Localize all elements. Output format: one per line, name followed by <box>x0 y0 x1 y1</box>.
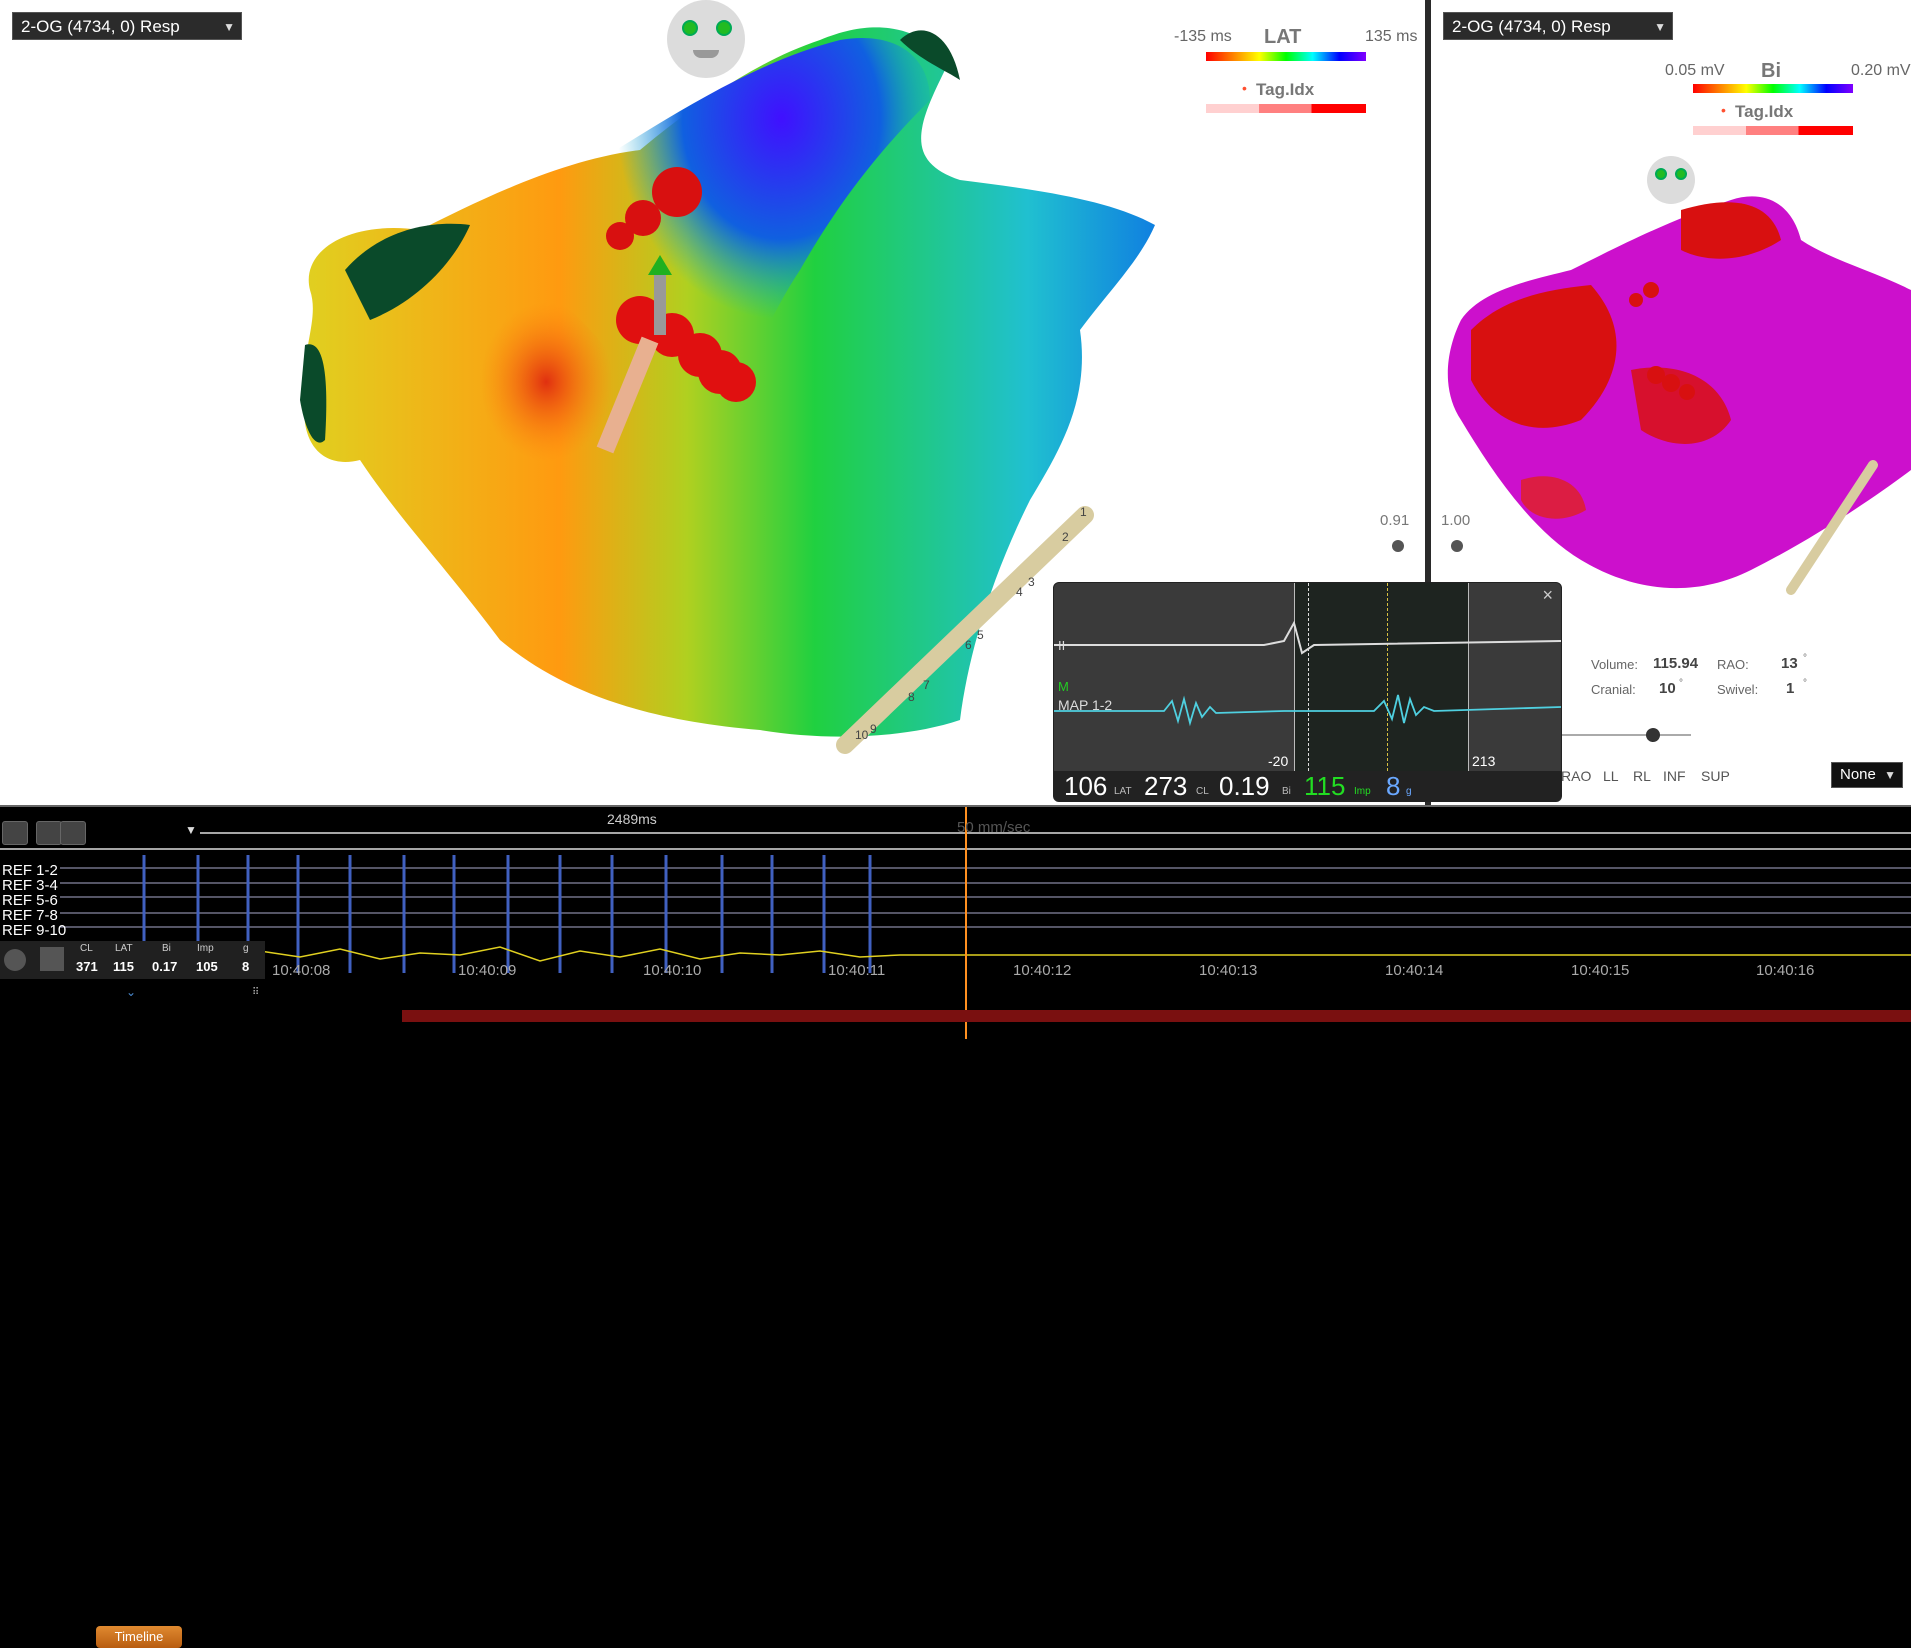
chevron-down-icon: ▼ <box>1884 768 1896 782</box>
lat-unit: LAT <box>1114 786 1132 797</box>
stat-label-cl: CL <box>80 943 93 954</box>
stat-value-bi: 0.17 <box>152 959 178 974</box>
timeline-button[interactable]: Timeline <box>96 1626 182 1648</box>
time-tick: 10:40:10 <box>643 962 702 979</box>
view-select-dropdown[interactable]: None ▼ <box>1831 762 1903 788</box>
electrode-label: 7 <box>923 678 930 692</box>
save-tool-icon[interactable] <box>60 821 86 845</box>
degree-symbol: ° <box>1803 678 1807 689</box>
bi-unit: Bi <box>1282 786 1291 797</box>
egm-traces <box>1054 620 1561 727</box>
resize-grip-icon[interactable]: ⠿ <box>252 987 259 998</box>
zoom-slider-handle[interactable] <box>1646 728 1660 742</box>
force-value: 8 <box>1386 771 1401 801</box>
time-tick: 10:40:16 <box>1756 962 1815 979</box>
egm-popup-window[interactable]: × II M MAP 1-2 -20 213 106 LAT 273 CL 0.… <box>1053 582 1562 802</box>
electrode-label: 8 <box>908 690 915 704</box>
stat-label-lat: LAT <box>115 943 133 954</box>
view-button-rl[interactable]: RL <box>1633 768 1651 784</box>
point-readout-bar: 106 LAT 273 CL 0.19 Bi 115 Imp 8 g <box>1054 771 1561 801</box>
stat-label-g: g <box>243 943 249 954</box>
view-select-label: None <box>1840 766 1876 783</box>
electrode-label: 9 <box>870 722 877 736</box>
woi-right-value: 213 <box>1472 753 1496 769</box>
sweep-speed-label: 50 mm/sec <box>957 819 1031 836</box>
woi-left-value: -20 <box>1268 753 1289 769</box>
point-stats-bar: CL LAT Bi Imp g 371 115 0.17 105 8 <box>0 941 265 979</box>
map-stats-panel: Volume: 115.94 RAO: 13 ° Cranial: 10 ° S… <box>1591 653 1911 705</box>
channel-label: REF 9-10 <box>2 922 67 939</box>
stat-value-imp: 105 <box>196 959 218 974</box>
chevron-down-icon[interactable]: ▼ <box>185 823 197 837</box>
rao-label: RAO: <box>1717 657 1749 672</box>
time-tick: 10:40:15 <box>1571 962 1630 979</box>
electrode-label: 6 <box>965 638 972 652</box>
opacity-slider-value: 1.00 <box>1441 512 1471 529</box>
imp-unit: Imp <box>1354 786 1371 797</box>
timeline-button-label: Timeline <box>114 1629 164 1644</box>
time-tick: 10:40:12 <box>1013 962 1072 979</box>
view-button-ll[interactable]: LL <box>1603 768 1619 784</box>
electrode-label: 10 <box>855 728 869 742</box>
view-button-sup[interactable]: SUP <box>1701 768 1730 784</box>
trace-label-map: MAP 1-2 <box>1058 697 1113 713</box>
degree-symbol: ° <box>1803 653 1807 664</box>
stat-value-lat: 115 <box>113 959 134 974</box>
volume-value: 115.94 <box>1653 655 1699 672</box>
cranial-label: Cranial: <box>1591 682 1636 697</box>
swivel-value: 1 <box>1786 680 1795 697</box>
view-button-inf[interactable]: INF <box>1663 768 1686 784</box>
ecg-signal-traces <box>0 807 1911 1039</box>
chevron-down-icon[interactable]: ⌄ <box>126 985 136 999</box>
timeline-scrollbar[interactable] <box>402 1005 1911 1027</box>
view-button-rao[interactable]: RAO <box>1561 768 1591 784</box>
stat-label-bi: Bi <box>162 943 171 954</box>
clock-icon[interactable] <box>4 949 26 971</box>
bi-value: 0.19 <box>1219 771 1270 801</box>
cranial-value: 10 <box>1659 680 1676 697</box>
imp-value: 115 <box>1304 771 1346 801</box>
signal-timeline-panel[interactable]: Timeline ▼ 2489ms 50 mm/sec REF 1-2 REF … <box>0 805 1911 1648</box>
measure-tool-icon[interactable] <box>36 821 62 845</box>
cl-value: 273 <box>1144 771 1188 801</box>
opacity-slider-handle[interactable] <box>1451 540 1463 552</box>
electrode-label: 4 <box>1016 585 1023 599</box>
interval-label: 2489ms <box>607 811 657 827</box>
trace-marker-m: M <box>1058 679 1069 694</box>
lat-value: 106 <box>1064 771 1108 801</box>
time-tick: 10:40:09 <box>458 962 517 979</box>
electrode-label: 5 <box>977 628 984 642</box>
time-tick: 10:40:08 <box>272 962 331 979</box>
zoom-slider-track[interactable] <box>1561 734 1691 736</box>
swivel-label: Swivel: <box>1717 682 1759 697</box>
zoom-tool-icon[interactable] <box>2 821 28 845</box>
stat-value-cl: 371 <box>76 959 98 974</box>
trace-label-ii: II <box>1058 638 1066 653</box>
time-tick: 10:40:13 <box>1199 962 1258 979</box>
electrode-label: 1 <box>1080 505 1087 519</box>
stat-value-g: 8 <box>242 959 250 974</box>
electrode-label: 2 <box>1062 530 1069 544</box>
time-tick: 10:40:11 <box>828 962 886 979</box>
time-tick: 10:40:14 <box>1385 962 1444 979</box>
stat-label-imp: Imp <box>197 943 214 954</box>
volume-label: Volume: <box>1591 657 1638 672</box>
point-icon[interactable] <box>40 947 64 971</box>
force-unit: g <box>1406 786 1412 797</box>
degree-symbol: ° <box>1679 678 1683 689</box>
cl-unit: CL <box>1196 786 1209 797</box>
electrode-label: 3 <box>1028 575 1035 589</box>
rao-value: 13 <box>1781 655 1798 672</box>
